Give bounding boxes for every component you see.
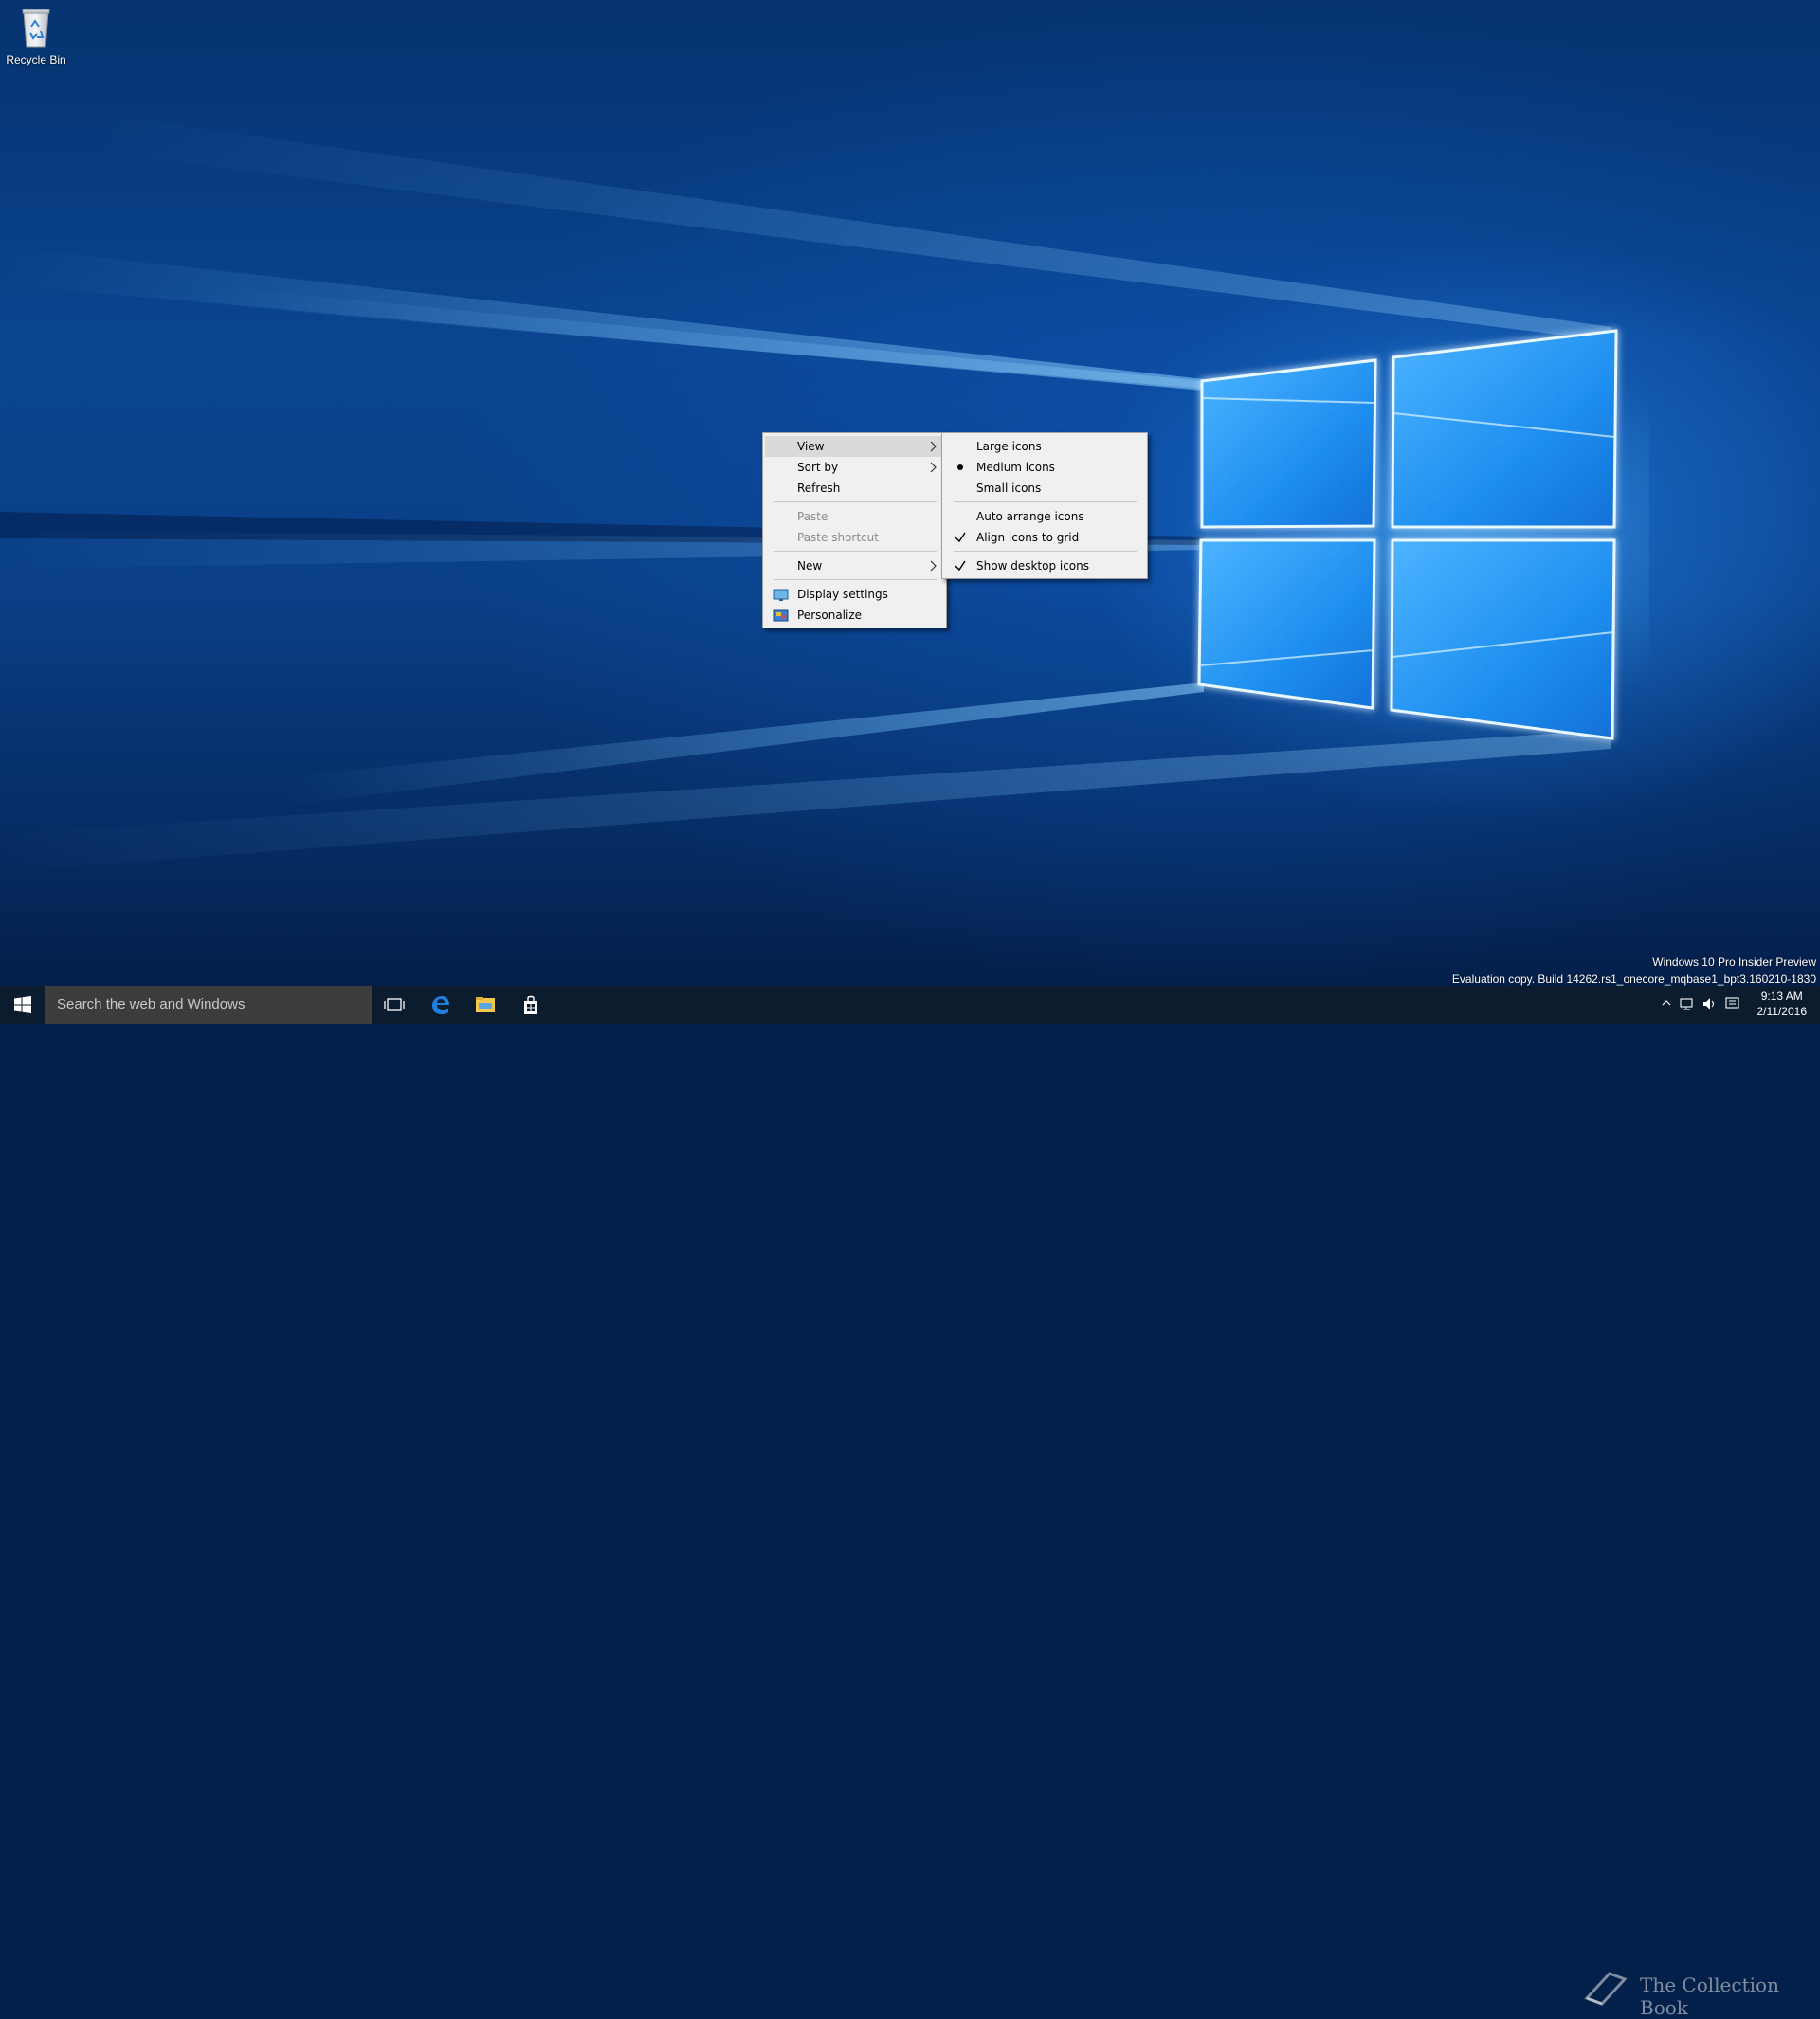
task-view-button[interactable] bbox=[372, 986, 417, 1024]
menu-item-label: Paste shortcut bbox=[797, 531, 879, 544]
menu-item-label: Display settings bbox=[797, 588, 888, 601]
menu-item-personalize[interactable]: Personalize bbox=[765, 605, 944, 626]
taskbar: Search the web and Windows The Collectio… bbox=[0, 986, 1820, 2019]
checkmark-icon bbox=[954, 527, 967, 548]
menu-item-align-icons-to-grid[interactable]: Align icons to grid bbox=[944, 527, 1145, 548]
display-settings-icon bbox=[774, 588, 789, 601]
menu-separator bbox=[954, 501, 1138, 502]
action-center-icon[interactable] bbox=[1725, 997, 1740, 1013]
desktop-context-menu: View Sort by Refresh Paste Paste shortcu… bbox=[762, 432, 947, 628]
collection-book-watermark: The Collection Book bbox=[1581, 1962, 1799, 2019]
start-button[interactable] bbox=[0, 986, 46, 1024]
menu-item-label: Paste bbox=[797, 510, 828, 523]
taskbar-clock[interactable]: 9:13 AM 2/11/2016 bbox=[1757, 989, 1808, 1019]
menu-separator bbox=[954, 551, 1138, 552]
menu-separator bbox=[774, 551, 937, 552]
menu-item-medium-icons[interactable]: Medium icons bbox=[944, 457, 1145, 478]
file-explorer-taskbar-button[interactable] bbox=[463, 986, 508, 1024]
chevron-right-icon bbox=[929, 436, 938, 457]
network-icon[interactable] bbox=[1680, 997, 1695, 1013]
logo-glow bbox=[1156, 313, 1649, 758]
clock-date: 2/11/2016 bbox=[1756, 1005, 1808, 1018]
menu-item-label: View bbox=[797, 440, 825, 453]
chevron-right-icon bbox=[929, 555, 938, 576]
edition-text: Windows 10 Pro Insider Preview bbox=[1652, 955, 1816, 969]
menu-item-label: Sort by bbox=[797, 461, 839, 474]
menu-item-label: Show desktop icons bbox=[976, 559, 1090, 573]
edge-taskbar-button[interactable] bbox=[417, 986, 463, 1024]
volume-icon[interactable] bbox=[1702, 997, 1718, 1013]
menu-separator bbox=[774, 501, 937, 502]
evaluation-watermark: Windows 10 Pro Insider Preview Evaluatio… bbox=[1452, 954, 1816, 988]
menu-item-label: Auto arrange icons bbox=[976, 510, 1084, 523]
system-tray: 9:13 AM 2/11/2016 bbox=[1574, 986, 1820, 1024]
view-submenu: Large icons Medium icons Small icons Aut… bbox=[941, 432, 1148, 579]
menu-item-label: Refresh bbox=[797, 482, 841, 495]
search-placeholder: Search the web and Windows bbox=[57, 996, 246, 1012]
checkmark-icon bbox=[954, 555, 967, 576]
menu-item-label: Personalize bbox=[797, 609, 863, 622]
menu-separator bbox=[774, 579, 937, 580]
menu-item-label: Large icons bbox=[976, 440, 1042, 453]
store-taskbar-button[interactable] bbox=[508, 986, 554, 1024]
menu-item-label: New bbox=[797, 559, 823, 573]
menu-item-label: Medium icons bbox=[976, 461, 1055, 474]
desktop-icon-label: Recycle Bin bbox=[6, 53, 66, 66]
store-icon bbox=[524, 995, 537, 1014]
menu-item-large-icons[interactable]: Large icons bbox=[944, 436, 1145, 457]
book-logo-icon bbox=[1584, 1972, 1628, 2006]
windows-start-icon bbox=[14, 996, 31, 1013]
menu-item-new[interactable]: New bbox=[765, 555, 944, 576]
recycle-bin-icon bbox=[20, 6, 52, 49]
show-hidden-icons-chevron-icon[interactable] bbox=[1661, 997, 1672, 1011]
chevron-right-icon bbox=[929, 457, 938, 478]
menu-item-refresh[interactable]: Refresh bbox=[765, 478, 944, 499]
menu-item-display-settings[interactable]: Display settings bbox=[765, 584, 944, 605]
menu-item-small-icons[interactable]: Small icons bbox=[944, 478, 1145, 499]
taskbar-search-box[interactable]: Search the web and Windows bbox=[46, 986, 372, 1024]
menu-item-label: Align icons to grid bbox=[976, 531, 1080, 544]
menu-item-view[interactable]: View bbox=[765, 436, 944, 457]
desktop-icon-recycle-bin[interactable]: Recycle Bin bbox=[4, 6, 68, 66]
watermark-text: The Collection Book bbox=[1640, 1974, 1779, 2019]
edge-icon bbox=[432, 996, 449, 1014]
task-view-icon bbox=[384, 998, 405, 1011]
menu-item-auto-arrange-icons[interactable]: Auto arrange icons bbox=[944, 506, 1145, 527]
menu-item-paste-shortcut[interactable]: Paste shortcut bbox=[765, 527, 944, 548]
menu-item-show-desktop-icons[interactable]: Show desktop icons bbox=[944, 555, 1145, 576]
clock-time: 9:13 AM bbox=[1760, 990, 1803, 1003]
menu-item-paste[interactable]: Paste bbox=[765, 506, 944, 527]
menu-item-label: Small icons bbox=[976, 482, 1042, 495]
menu-item-sort-by[interactable]: Sort by bbox=[765, 457, 944, 478]
personalize-icon bbox=[774, 609, 789, 622]
file-explorer-icon bbox=[476, 997, 495, 1012]
bullet-icon bbox=[954, 457, 967, 478]
